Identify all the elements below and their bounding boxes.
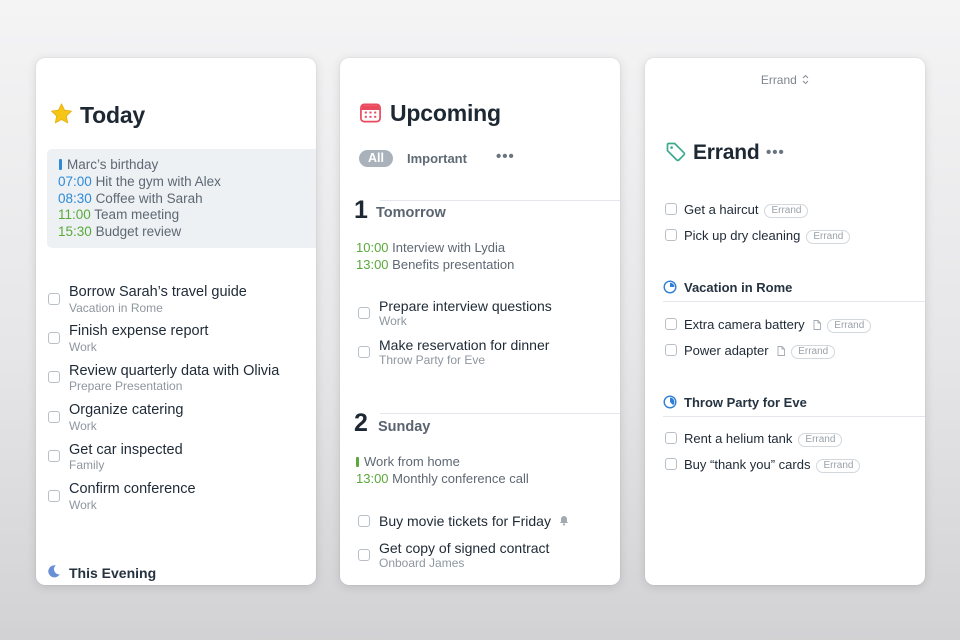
moon-icon [46,564,61,584]
page-title: Errand [693,141,760,164]
project-progress-icon [663,280,677,299]
task-project: Prepare Presentation [69,379,183,393]
task-checkbox[interactable] [48,411,60,423]
task-title[interactable]: Rent a helium tank Errand [684,431,843,447]
task-title[interactable]: Organize catering [69,402,183,418]
calendar-events: Marc’s birthday 07:00 Hit the gym with A… [47,149,316,248]
project-heading[interactable]: Vacation in Rome [684,280,792,295]
task-checkbox[interactable] [665,318,677,330]
calendar-event[interactable]: 10:00 Interview with Lydia [356,240,505,255]
calendar-event[interactable]: Work from home [356,454,460,469]
task-title[interactable]: Buy movie tickets for Friday [379,513,569,529]
task-title[interactable]: Power adapter Errand [684,343,836,359]
task-project: Vacation in Rome [69,301,163,315]
project-progress-icon [663,395,677,414]
filter-important-button[interactable]: Important [407,151,467,166]
task-checkbox[interactable] [48,371,60,383]
note-icon [813,318,822,333]
task-title[interactable]: Buy “thank you” cards Errand [684,457,861,473]
task-title[interactable]: Finish expense report [69,323,208,339]
day-name: Sunday [378,419,431,435]
today-panel: Today Marc’s birthday 07:00 Hit the gym … [36,58,316,585]
task-project: Work [379,314,407,328]
tag-chip[interactable]: Errand [827,319,872,333]
all-day-marker [356,457,359,467]
calendar-event[interactable]: 13:00 Monthly conference call [356,471,529,486]
day-divider [380,200,620,201]
calendar-event[interactable]: 15:30 Budget review [58,224,181,239]
tag-chip[interactable]: Errand [806,230,851,244]
task-title[interactable]: Pick up dry cleaning Errand [684,228,851,244]
errand-panel: Errand Errand ••• Get a haircut Errand Pi… [645,58,925,585]
task-checkbox[interactable] [358,307,370,319]
tag-chip[interactable]: Errand [764,204,809,218]
day-name: Tomorrow [376,205,446,221]
calendar-event[interactable]: 13:00 Benefits presentation [356,257,514,272]
tag-chip[interactable]: Errand [791,345,836,359]
day-divider [380,413,620,414]
tag-chip[interactable]: Errand [798,433,843,447]
calendar-event[interactable]: 11:00 Team meeting [58,207,179,222]
more-options-button[interactable]: ••• [496,148,515,165]
task-checkbox[interactable] [358,515,370,527]
project-divider [663,416,925,417]
page-title: Upcoming [390,100,501,126]
filter-all-button[interactable]: All [359,150,393,167]
task-project: Work [69,498,97,512]
task-title[interactable]: Get copy of signed contract [379,540,549,556]
task-checkbox[interactable] [358,549,370,561]
calendar-event[interactable]: 07:00 Hit the gym with Alex [58,174,221,189]
task-checkbox[interactable] [48,332,60,344]
task-title[interactable]: Get car inspected [69,442,183,458]
task-checkbox[interactable] [665,229,677,241]
more-options-button[interactable]: ••• [766,144,785,161]
up-down-chevron-icon [802,74,809,88]
task-checkbox[interactable] [358,346,370,358]
task-title[interactable]: Prepare interview questions [379,298,552,314]
task-title[interactable]: Extra camera battery Errand [684,317,872,333]
all-day-marker [59,159,62,170]
task-checkbox[interactable] [665,432,677,444]
task-checkbox[interactable] [665,203,677,215]
tag-icon [665,141,687,168]
project-heading[interactable]: Throw Party for Eve [684,395,807,410]
task-checkbox[interactable] [48,293,60,305]
task-project: Throw Party for Eve [379,353,486,367]
this-evening-heading: This Evening [69,565,157,581]
tag-selector[interactable]: Errand [645,73,925,88]
task-checkbox[interactable] [48,490,60,502]
task-title[interactable]: Borrow Sarah’s travel guide [69,284,247,300]
calendar-icon [359,101,382,129]
task-project: Onboard James [379,556,465,570]
page-title: Today [80,102,146,128]
task-project: Work [69,419,97,433]
task-project: Work [69,340,97,354]
tag-chip[interactable]: Errand [816,459,861,473]
task-title[interactable]: Get a haircut Errand [684,202,809,218]
project-divider [663,301,925,302]
calendar-event[interactable]: 08:30 Coffee with Sarah [58,191,203,206]
task-checkbox[interactable] [665,344,677,356]
bell-icon [559,513,569,529]
day-number: 2 [354,409,368,437]
upcoming-panel: Upcoming All Important ••• 1 Tomorrow 10… [340,58,620,585]
note-icon [777,344,786,359]
task-checkbox[interactable] [665,458,677,470]
task-checkbox[interactable] [48,450,60,462]
day-number: 1 [354,196,368,224]
calendar-event[interactable]: Marc’s birthday [59,157,158,172]
star-icon [49,102,74,131]
task-title[interactable]: Review quarterly data with Olivia [69,363,279,379]
task-title[interactable]: Make reservation for dinner [379,337,549,353]
task-project: Family [69,458,105,472]
task-title[interactable]: Confirm conference [69,481,196,497]
